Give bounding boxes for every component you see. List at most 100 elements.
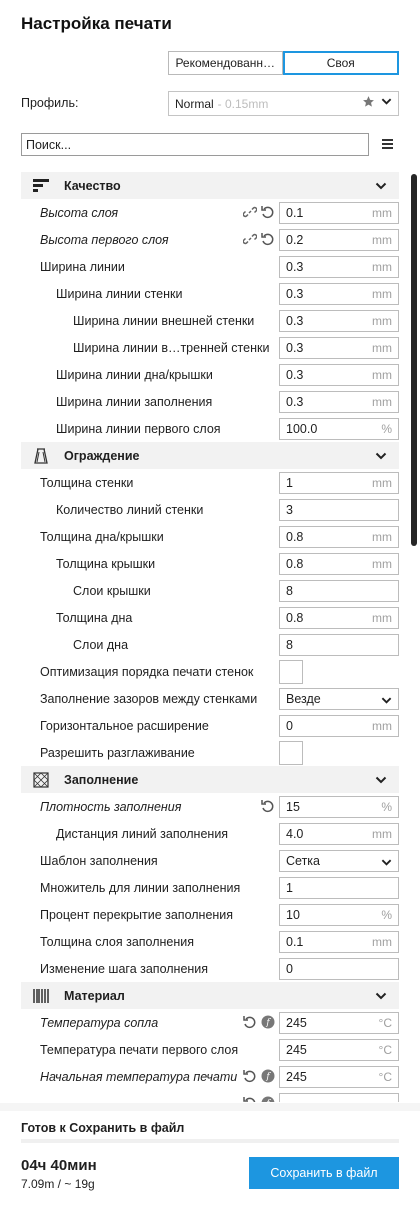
reset-icon[interactable] xyxy=(261,799,275,816)
setting-checkbox[interactable] xyxy=(279,660,303,684)
profile-name: Normal xyxy=(175,96,214,111)
chevron-down-icon[interactable] xyxy=(375,450,387,462)
category-header[interactable]: Ограждение xyxy=(21,442,399,469)
function-icon[interactable]: f xyxy=(261,1069,275,1086)
setting-label: Разрешить разглаживание xyxy=(40,745,195,760)
setting-label: Изменение шага заполнения xyxy=(40,961,209,976)
setting-row: Толщина крышки 0.8 mm xyxy=(21,550,399,577)
setting-input[interactable]: 0.1 mm xyxy=(279,202,399,224)
setting-input[interactable]: 0.2 mm xyxy=(279,229,399,251)
setting-input[interactable]: 100.0% xyxy=(279,418,399,440)
category-header[interactable]: Материал xyxy=(21,982,399,1009)
profile-select[interactable]: Normal - 0.15mm xyxy=(168,91,399,116)
setting-input[interactable]: 0.8 mm xyxy=(279,553,399,575)
settings-visibility-menu-icon[interactable] xyxy=(382,139,393,150)
scrollbar[interactable] xyxy=(411,174,417,546)
setting-label: Ширина линии xyxy=(40,259,125,274)
setting-input[interactable]: 1 mm xyxy=(279,472,399,494)
setting-input[interactable]: 0 mm xyxy=(279,715,399,737)
setting-row: Ширина линии заполнения 0.3 mm xyxy=(21,388,399,415)
setting-label: Ширина линии в…тренней стенки xyxy=(73,340,270,355)
material-icon xyxy=(33,988,49,1004)
setting-input[interactable]: 0.3 mm xyxy=(279,256,399,278)
setting-label: Ширина линии внешней стенки xyxy=(73,313,255,328)
setting-value: 0 xyxy=(286,719,293,733)
setting-value: 0.8 xyxy=(286,611,304,625)
search-input[interactable]: Поиск... xyxy=(21,133,369,156)
setting-row: Высота слоя 0.1 mm xyxy=(21,199,399,226)
link-icon[interactable] xyxy=(242,205,258,222)
setting-value: 245 xyxy=(286,1016,307,1030)
setting-value: 245 xyxy=(286,1070,307,1084)
setting-value: 0.3 xyxy=(286,395,304,409)
star-icon[interactable] xyxy=(362,95,375,108)
chevron-down-icon[interactable] xyxy=(381,96,392,107)
reset-icon[interactable] xyxy=(261,232,275,249)
setting-label: Дистанция линий заполнения xyxy=(56,826,229,841)
setting-row: Начальная температура печати f 245 °C xyxy=(21,1063,399,1090)
recommended-mode-button[interactable]: Рекомендованн… xyxy=(168,51,283,75)
setting-label: Слои дна xyxy=(73,637,129,652)
setting-input[interactable]: 0.8 mm xyxy=(279,526,399,548)
reset-icon[interactable] xyxy=(243,1096,257,1102)
setting-input[interactable]: 245 °C xyxy=(279,1012,399,1034)
reset-icon[interactable] xyxy=(243,1015,257,1032)
chevron-down-icon[interactable] xyxy=(375,774,387,786)
setting-label: Толщина слоя заполнения xyxy=(40,934,195,949)
setting-label: Толщина стенки xyxy=(40,475,134,490)
setting-checkbox[interactable] xyxy=(279,741,303,765)
category-header[interactable]: Заполнение xyxy=(21,766,399,793)
setting-value: 0 xyxy=(286,962,293,976)
setting-label: Ширина линии дна/крышки xyxy=(56,367,213,382)
setting-unit: mm xyxy=(372,719,392,733)
setting-row: Ширина линии внешней стенки 0.3 mm xyxy=(21,307,399,334)
setting-input[interactable]: 15% xyxy=(279,796,399,818)
setting-row: Процент перекрытие заполнения 10% xyxy=(21,901,399,928)
setting-row: Слои крышки 8 xyxy=(21,577,399,604)
setting-label: Толщина дна/крышки xyxy=(40,529,164,544)
setting-input[interactable]: 0.1 mm xyxy=(279,931,399,953)
setting-unit: mm xyxy=(372,314,392,328)
chevron-down-icon[interactable] xyxy=(375,180,387,192)
link-icon[interactable] xyxy=(242,232,258,249)
function-icon[interactable]: f xyxy=(261,1015,275,1032)
reset-icon[interactable] xyxy=(243,1069,257,1086)
setting-row: Высота первого слоя 0.2 mm xyxy=(21,226,399,253)
setting-input[interactable]: 0.3 mm xyxy=(279,391,399,413)
setting-label: Ширина линии первого слоя xyxy=(56,421,221,436)
setting-row: Ширина линии стенки 0.3 mm xyxy=(21,280,399,307)
setting-input[interactable]: 8 xyxy=(279,580,399,602)
reset-icon[interactable] xyxy=(261,205,275,222)
setting-label: Ширина линии стенки xyxy=(56,286,183,301)
setting-select[interactable]: Везде xyxy=(279,688,399,710)
function-icon[interactable]: f xyxy=(261,1096,275,1102)
setting-input[interactable]: 0.3 mm xyxy=(279,337,399,359)
setting-unit: mm xyxy=(372,476,392,490)
setting-input[interactable]: 245 °C xyxy=(279,1066,399,1088)
setting-value: 0.1 xyxy=(286,935,304,949)
setting-actions xyxy=(242,232,275,249)
chevron-down-icon[interactable] xyxy=(375,990,387,1002)
setting-input[interactable]: 8 xyxy=(279,634,399,656)
setting-unit: mm xyxy=(372,530,392,544)
setting-value: 10 xyxy=(286,908,300,922)
category-header[interactable]: Качество xyxy=(21,172,399,199)
setting-input[interactable]: 0.3 mm xyxy=(279,283,399,305)
setting-input[interactable]: 0.3 mm xyxy=(279,310,399,332)
setting-input[interactable]: 0 xyxy=(279,958,399,980)
print-time: 04ч 40мин xyxy=(21,1157,97,1174)
setting-input[interactable]: 0.3 mm xyxy=(279,364,399,386)
setting-input[interactable]: 3 xyxy=(279,499,399,521)
setting-input[interactable]: 245 °C xyxy=(279,1039,399,1061)
setting-row: Ширина линии в…тренней стенки 0.3 mm xyxy=(21,334,399,361)
setting-input[interactable]: 4.0 mm xyxy=(279,823,399,845)
setting-label: Толщина дна xyxy=(56,610,133,625)
setting-input[interactable]: 10% xyxy=(279,904,399,926)
save-to-file-button[interactable]: Сохранить в файл xyxy=(249,1157,399,1189)
setting-row: Разрешить разглаживание xyxy=(21,739,399,766)
setting-input[interactable]: 1 xyxy=(279,877,399,899)
setting-select[interactable]: Сетка xyxy=(279,850,399,872)
setting-input[interactable]: 0.8 mm xyxy=(279,607,399,629)
setting-input[interactable] xyxy=(279,1093,399,1102)
custom-mode-button[interactable]: Своя xyxy=(282,51,399,75)
